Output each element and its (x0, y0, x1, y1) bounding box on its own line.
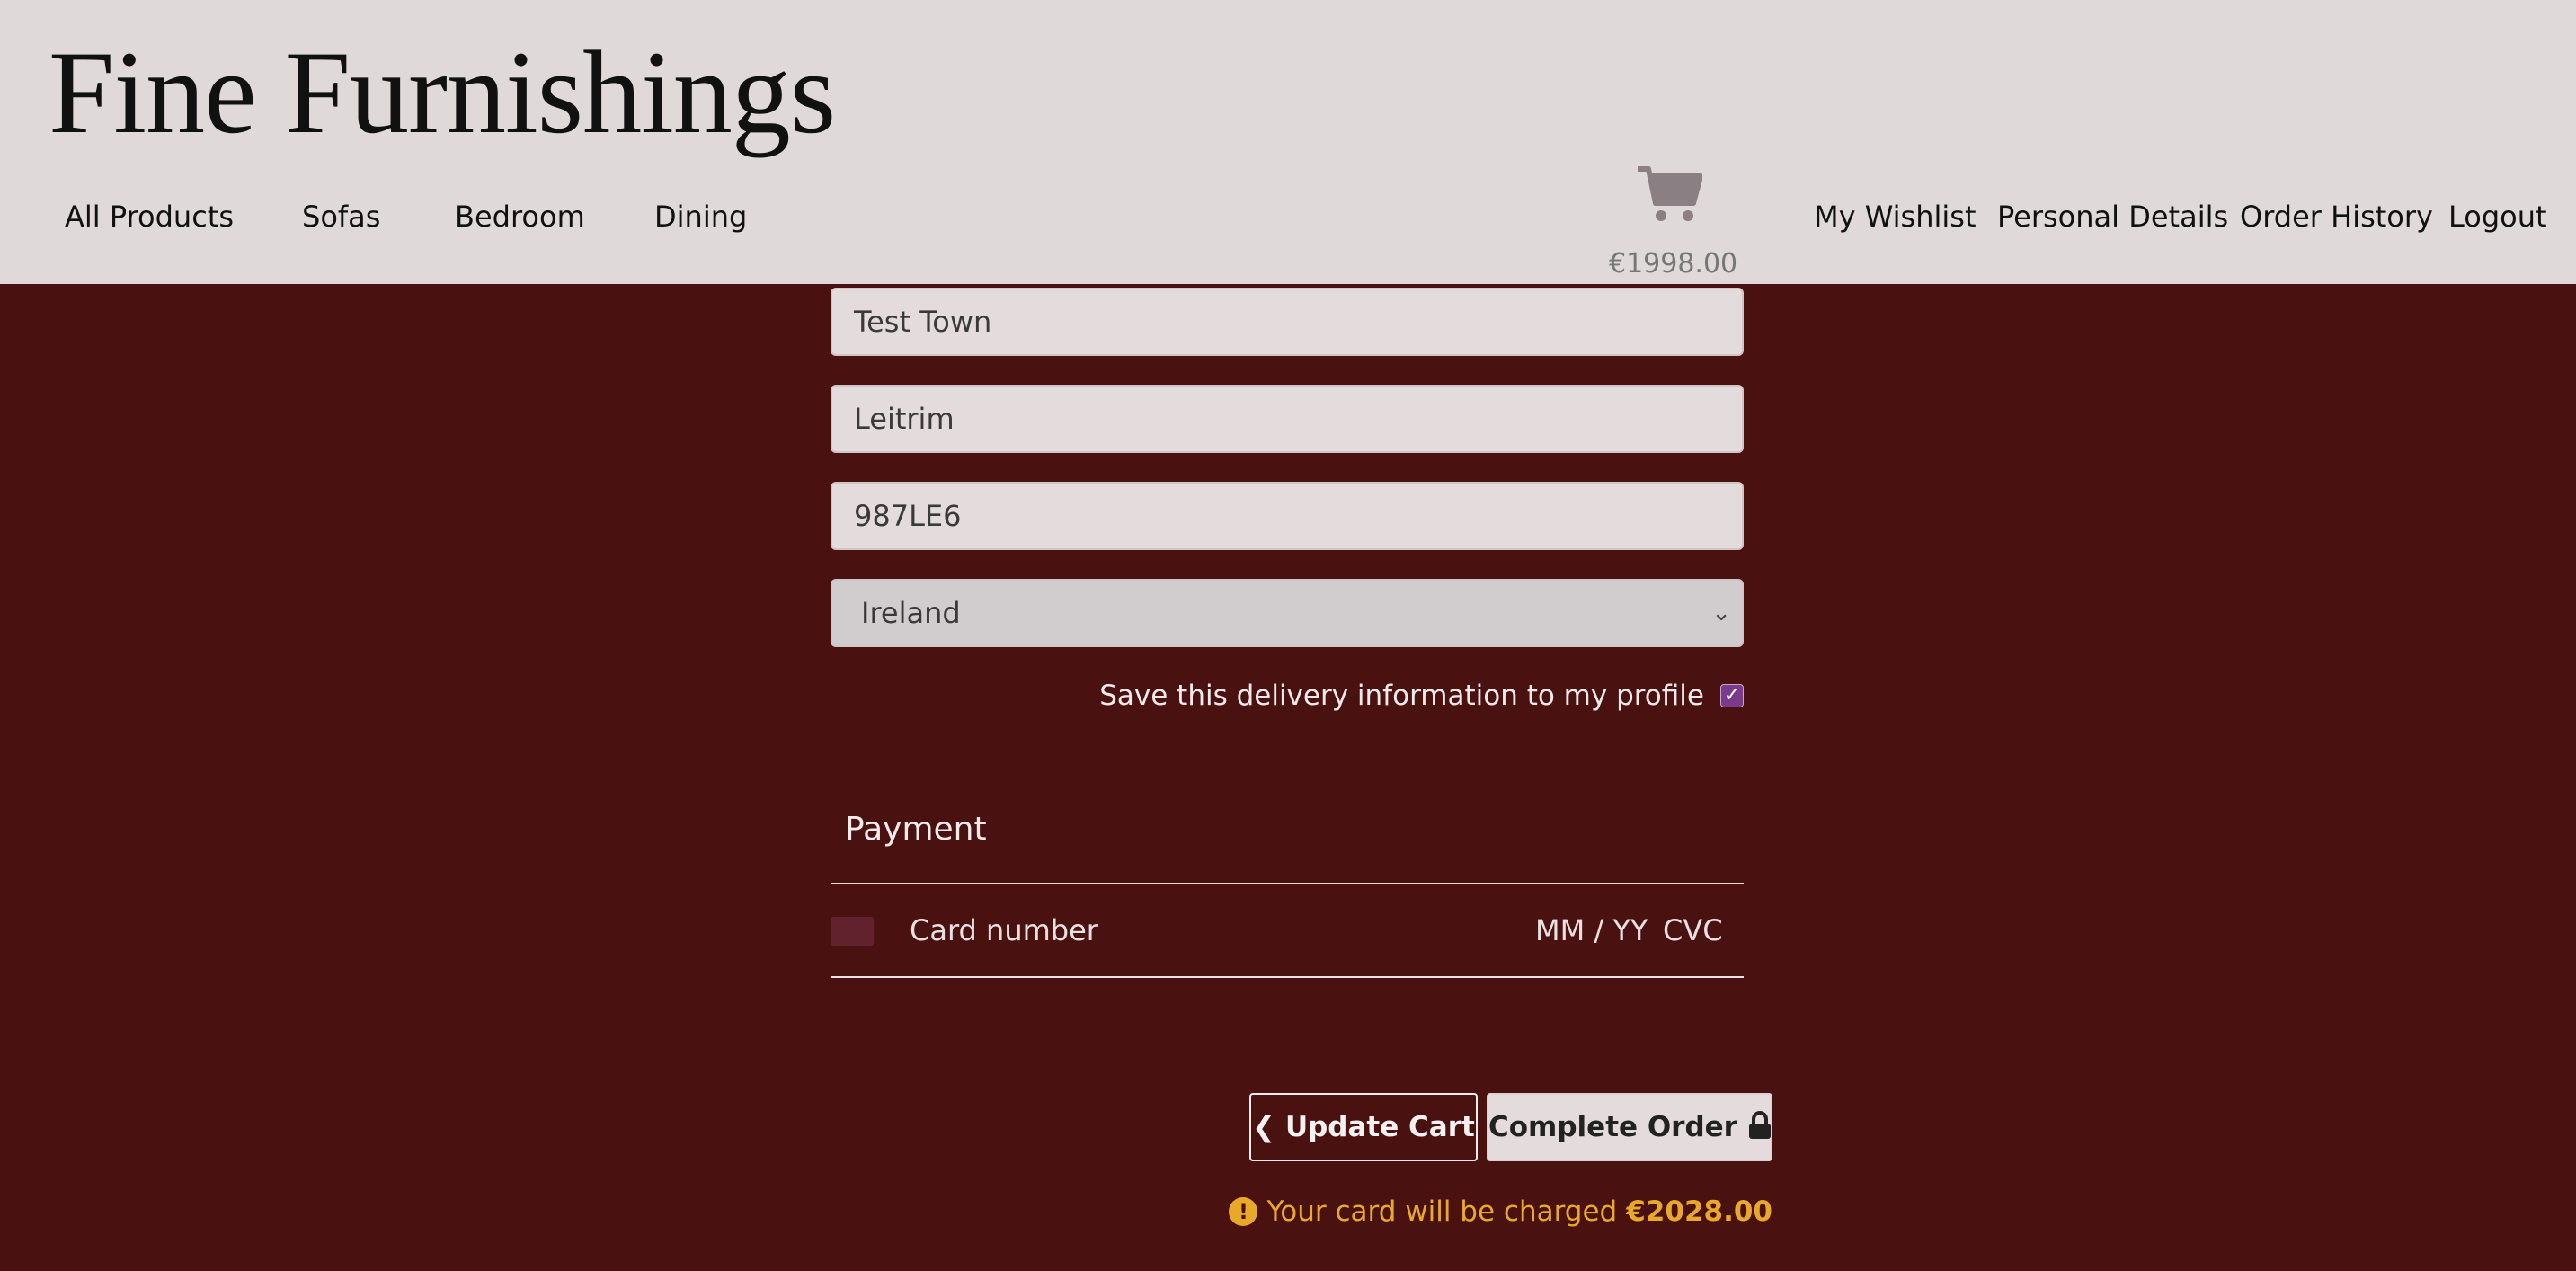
card-input[interactable]: Card number MM / YY CVC (831, 886, 1744, 976)
charge-notice: ! Your card will be charged €2028.00 (1229, 1195, 1772, 1228)
card-expiry-input[interactable]: MM / YY (1535, 913, 1648, 947)
nav-order-history[interactable]: Order History (2240, 200, 2433, 234)
nav-sofas[interactable]: Sofas (302, 200, 380, 234)
credit-card-icon (831, 917, 874, 946)
save-info-label: Save this delivery information to my pro… (1099, 680, 1704, 712)
complete-order-button[interactable]: Complete Order (1487, 1093, 1772, 1161)
chevron-down-icon: ⌄ (1711, 600, 1731, 627)
nav-personal-details[interactable]: Personal Details (1997, 200, 2228, 234)
cart-total: €1998.00 (1609, 248, 1738, 280)
chevron-left-icon: ❮ (1252, 1111, 1276, 1143)
card-cvc-input[interactable]: CVC (1663, 913, 1723, 947)
nav-my-wishlist[interactable]: My Wishlist (1814, 200, 1976, 234)
country-select[interactable]: Ireland ⌄ (831, 579, 1744, 647)
site-header: Fine Furnishings All Products Sofas Bedr… (0, 0, 2576, 284)
nav-all-products[interactable]: All Products (65, 200, 234, 234)
divider (831, 976, 1744, 978)
nav-dining[interactable]: Dining (654, 200, 747, 234)
update-cart-label: Update Cart (1284, 1111, 1475, 1143)
nav-logout[interactable]: Logout (2448, 200, 2547, 234)
charge-amount: €2028.00 (1626, 1195, 1772, 1228)
charge-prefix: Your card will be charged (1266, 1195, 1618, 1228)
save-info-row: Save this delivery information to my pro… (1099, 680, 1744, 712)
lock-icon (1748, 1111, 1771, 1139)
save-info-checkbox[interactable]: ✓ (1720, 684, 1744, 707)
shopping-cart-icon (1638, 166, 1702, 221)
divider (831, 883, 1744, 884)
town-field[interactable]: Test Town (831, 288, 1744, 356)
complete-order-label: Complete Order (1488, 1111, 1737, 1143)
country-select-value: Ireland (861, 596, 961, 630)
county-field[interactable]: Leitrim (831, 385, 1744, 453)
site-logo[interactable]: Fine Furnishings (49, 27, 836, 157)
postcode-field[interactable]: 987LE6 (831, 482, 1744, 550)
card-number-input[interactable]: Card number (910, 913, 1098, 947)
nav-bedroom[interactable]: Bedroom (455, 200, 585, 234)
cart-button[interactable]: €1998.00 (1609, 164, 1738, 280)
payment-heading: Payment (845, 811, 987, 848)
exclamation-icon: ! (1229, 1197, 1258, 1226)
update-cart-button[interactable]: ❮ Update Cart (1249, 1093, 1478, 1161)
